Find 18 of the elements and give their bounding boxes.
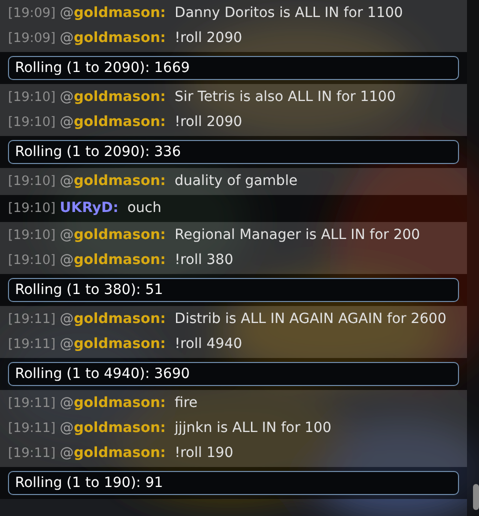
chat-message: [19:09] @goldmason: !roll 2090	[7, 29, 244, 48]
chat-message: [19:10] @goldmason: duality of gamble	[7, 172, 298, 191]
chat-message: [19:11] @goldmason: !roll 190	[7, 444, 234, 463]
chat-message: [19:11] @goldmason: fire	[7, 394, 199, 413]
roll-result: Rolling (1 to 2090): 1669	[8, 56, 459, 80]
chat-message: [19:10] @goldmason: !roll 380	[7, 251, 234, 270]
roll-result: Rolling (1 to 380): 51	[8, 278, 459, 302]
chat-message: [19:11] @goldmason: jjjnkn is ALL IN for 100	[7, 419, 332, 438]
chat-message: [19:10] @goldmason: Regional Manager is ALL IN for 200	[7, 226, 422, 245]
chat-message: [19:10] @goldmason: !roll 2090	[7, 113, 244, 132]
chat-message: [19:10] @goldmason: Sir Tetris is also ALL IN for 1100	[7, 88, 397, 107]
chat-message: [19:11] @goldmason: !roll 4940	[7, 335, 244, 354]
roll-result: Rolling (1 to 2090): 336	[8, 140, 459, 164]
roll-result: Rolling (1 to 190): 91	[8, 471, 459, 495]
roll-result: Rolling (1 to 4940): 3690	[8, 362, 459, 386]
chat-message: [19:10] UKRyD: ouch	[7, 199, 162, 218]
chat-message: [19:09] @goldmason: Danny Doritos is ALL IN for 1100	[7, 4, 404, 23]
chat-message: [19:11] @goldmason: Distrib is ALL IN AGAIN AGAIN for 2600	[7, 310, 448, 329]
